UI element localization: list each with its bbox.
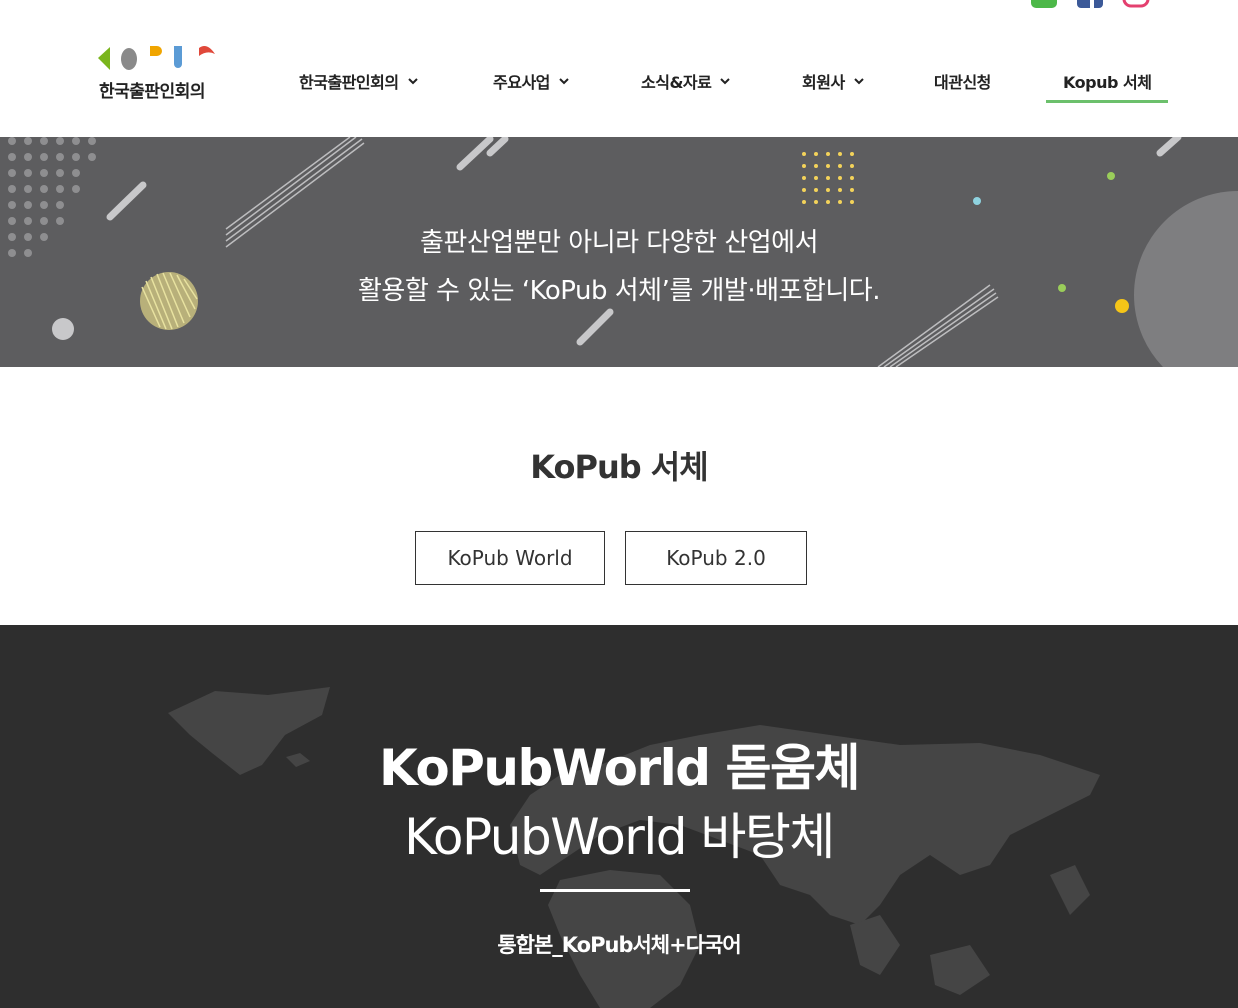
hero-banner: 출판산업뿐만 아니라 다양한 산업에서 활용할 수 있는 ‘KoPub 서체’를… [0,137,1238,367]
chevron-down-icon [720,78,731,85]
kopub-world-button[interactable]: KoPub World [415,531,605,585]
site-header: 한국출판인회의 한국출판인회의 주요사업 소식&자료 회원사 대관신청 Kopu… [0,0,1238,137]
nav-item-label: 주요사업 [493,73,550,92]
nav-item-label: 한국출판인회의 [299,73,399,92]
chevron-down-icon [559,78,569,85]
nav-item-kpa[interactable]: 한국출판인회의 [299,60,418,102]
nav-item-label: 소식&자료 [641,73,712,92]
font-name-batang: KoPubWorld 바탕체 [404,808,835,866]
banner-copy: 출판산업뿐만 아니라 다양한 산업에서 활용할 수 있는 ‘KoPub 서체’를… [0,219,1238,315]
title-divider [540,889,690,892]
nav-item-label: 회원사 [802,73,845,92]
logo-mark-icon [98,46,215,70]
chevron-down-icon [853,78,864,85]
nav-item-label: Kopub 서체 [1063,73,1152,92]
facebook-icon[interactable] [1076,0,1104,10]
kakao-story-icon[interactable] [1030,0,1058,10]
logo-text: 한국출판인회의 [99,82,205,102]
banner-line-1: 출판산업뿐만 아니라 다양한 산업에서 [419,228,819,258]
banner-line-2: 활용할 수 있는 ‘KoPub 서체’를 개발·배포합니다. [358,276,880,306]
kopub-2-button[interactable]: KoPub 2.0 [625,531,807,585]
nav-item-label: 대관신청 [934,73,991,92]
font-section: KoPub 서체 KoPub World KoPub 2.0 [0,367,1238,625]
nav-item-news[interactable]: 소식&자료 [641,60,731,102]
section-title: KoPub 서체 [530,448,708,486]
kopub-world-section: KoPubWorld 돋움체 KoPubWorld 바탕체 통합본_KoPub서… [0,625,1238,1008]
social-links [1030,0,1150,10]
nav-item-members[interactable]: 회원사 [802,60,864,102]
kopub-logo[interactable]: 한국출판인회의 [96,44,220,104]
nav-item-rental[interactable]: 대관신청 [934,60,991,102]
font-name-dotum: KoPubWorld 돋움체 [379,739,860,797]
instagram-icon[interactable] [1122,0,1150,10]
nav-item-kopub-font[interactable]: Kopub 서체 [1045,60,1169,103]
nav-item-business[interactable]: 주요사업 [493,60,569,102]
chevron-down-icon [407,78,418,85]
download-link[interactable]: 통합본_KoPub서체+다국어 [0,929,1238,959]
